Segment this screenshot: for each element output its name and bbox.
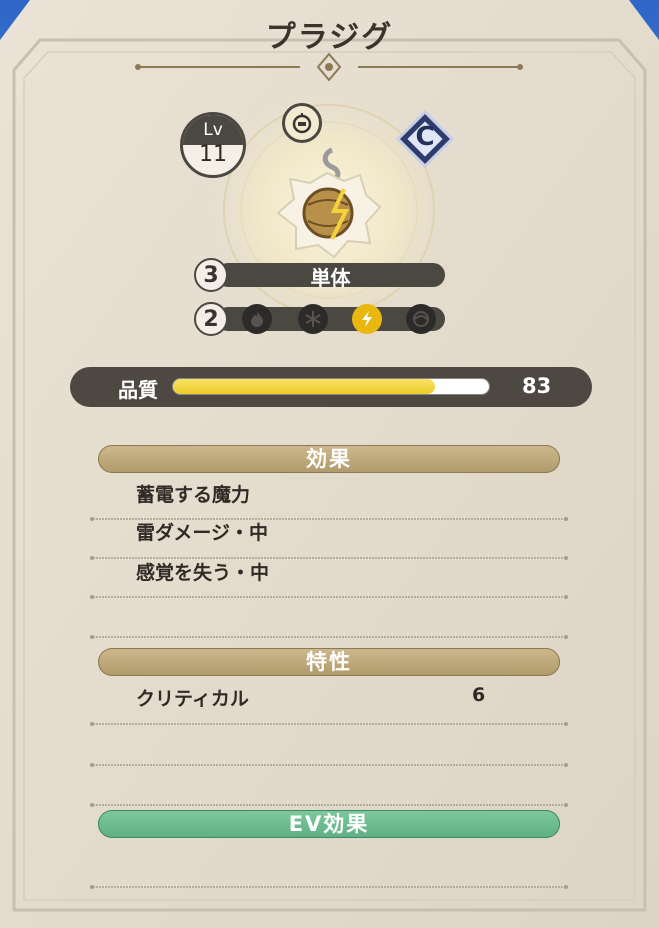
target-label: 単体	[310, 266, 351, 290]
item-name: プラジグ	[265, 20, 394, 55]
item-image	[262, 145, 392, 265]
quality-fill	[173, 379, 436, 394]
rank-letter: C	[415, 122, 435, 152]
rank-badge: C	[395, 109, 455, 169]
row-divider	[90, 875, 568, 889]
trait-item-1-name: クリティカル	[136, 688, 249, 710]
fire-icon	[242, 304, 272, 334]
traits-header: 特性	[98, 648, 560, 676]
row-divider	[90, 793, 568, 807]
row-divider	[90, 585, 568, 599]
quality-label: 品質	[118, 378, 158, 402]
level-badge: Lv 11	[180, 112, 246, 178]
bomb-category-icon	[292, 113, 312, 134]
effect-item-3: 感覚を失う・中	[136, 562, 270, 584]
level-value: 11	[199, 141, 227, 167]
lightning-icon	[352, 304, 382, 334]
level-label: Lv	[203, 119, 223, 140]
effects-header: 効果	[98, 445, 560, 473]
quality-track	[172, 378, 490, 395]
ev-effects-header: EV効果	[98, 810, 560, 838]
category-icon	[282, 103, 322, 143]
quality-value: 83	[522, 374, 552, 398]
element-count: 2	[194, 302, 228, 336]
effect-item-1: 蓄電する魔力	[136, 484, 251, 506]
row-divider	[90, 753, 568, 767]
wind-icon	[406, 304, 436, 334]
effect-item-2: 雷ダメージ・中	[136, 522, 269, 544]
ice-icon	[298, 304, 328, 334]
row-divider	[90, 546, 568, 560]
row-divider	[90, 712, 568, 726]
trait-item-1-value: 6	[472, 684, 486, 706]
row-divider	[90, 625, 568, 639]
row-divider	[90, 507, 568, 521]
